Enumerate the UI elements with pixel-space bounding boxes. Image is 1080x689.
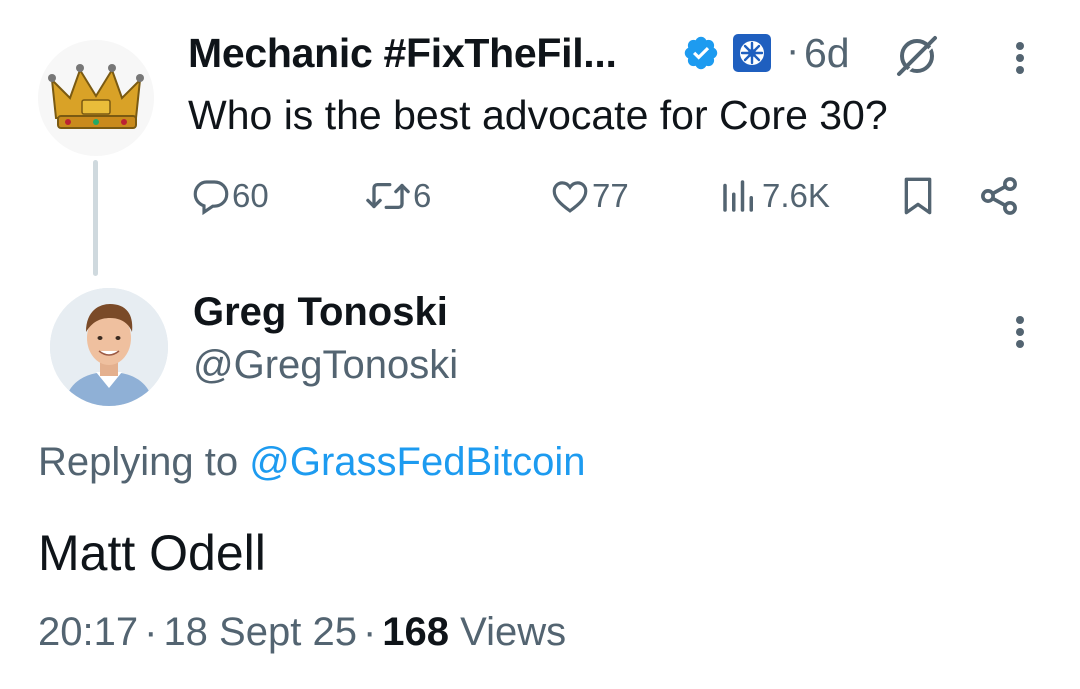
parent-display-name[interactable]: Mechanic #FixTheFil... xyxy=(188,30,617,77)
parent-avatar[interactable] xyxy=(38,40,154,156)
reply-button[interactable]: 60 xyxy=(190,174,269,218)
tweet-time[interactable]: 20:17 xyxy=(38,610,138,654)
verified-badge-icon xyxy=(684,36,718,70)
replying-to-mention-link[interactable]: @GrassFedBitcoin xyxy=(249,440,585,484)
parent-tweet-text: Who is the best advocate for Core 30? xyxy=(188,92,888,138)
profile-photo-image xyxy=(50,288,168,406)
like-icon xyxy=(552,181,588,213)
retweet-count: 6 xyxy=(413,177,432,214)
reply-count: 60 xyxy=(232,177,269,214)
share-button[interactable] xyxy=(976,174,1022,218)
more-options-icon[interactable] xyxy=(1008,312,1032,352)
retweet-button[interactable]: 6 xyxy=(363,174,431,218)
tweet-date[interactable]: 18 Sept 25 xyxy=(163,610,357,654)
grok-icon[interactable] xyxy=(893,32,941,80)
retweet-icon xyxy=(366,182,410,210)
affiliate-badge-icon[interactable] xyxy=(731,32,773,74)
separator-dot: · xyxy=(362,610,377,654)
crown-avatar-image xyxy=(38,40,154,156)
views-label: Views xyxy=(460,610,567,654)
reply-icon xyxy=(193,180,229,216)
views-icon xyxy=(723,180,753,212)
more-options-icon[interactable] xyxy=(1008,38,1032,78)
reply-avatar[interactable] xyxy=(50,288,168,406)
views-count: 7.6K xyxy=(762,177,830,214)
replying-to-line: Replying to @GrassFedBitcoin xyxy=(38,440,586,485)
affiliate-logo-icon xyxy=(733,34,771,72)
bookmark-button[interactable] xyxy=(898,174,938,218)
separator-dot: · xyxy=(786,28,800,72)
thread-connector-line xyxy=(93,160,98,276)
reply-display-name[interactable]: Greg Tonoski xyxy=(193,290,448,335)
like-count: 77 xyxy=(592,177,629,214)
parent-tweet-age[interactable]: 6d xyxy=(804,30,850,77)
tweet-metadata: 20:17 · 18 Sept 25 · 168 Views xyxy=(38,610,566,655)
views-button[interactable]: 7.6K xyxy=(716,174,830,218)
reply-tweet-text: Matt Odell xyxy=(38,525,266,581)
bookmark-icon xyxy=(904,177,932,215)
share-icon xyxy=(981,177,1017,215)
views-count-value: 168 xyxy=(382,610,450,654)
replying-prefix: Replying to xyxy=(38,440,250,484)
like-button[interactable]: 77 xyxy=(548,174,629,218)
reply-handle[interactable]: @GregTonoski xyxy=(193,343,458,388)
separator-dot: · xyxy=(144,610,158,654)
